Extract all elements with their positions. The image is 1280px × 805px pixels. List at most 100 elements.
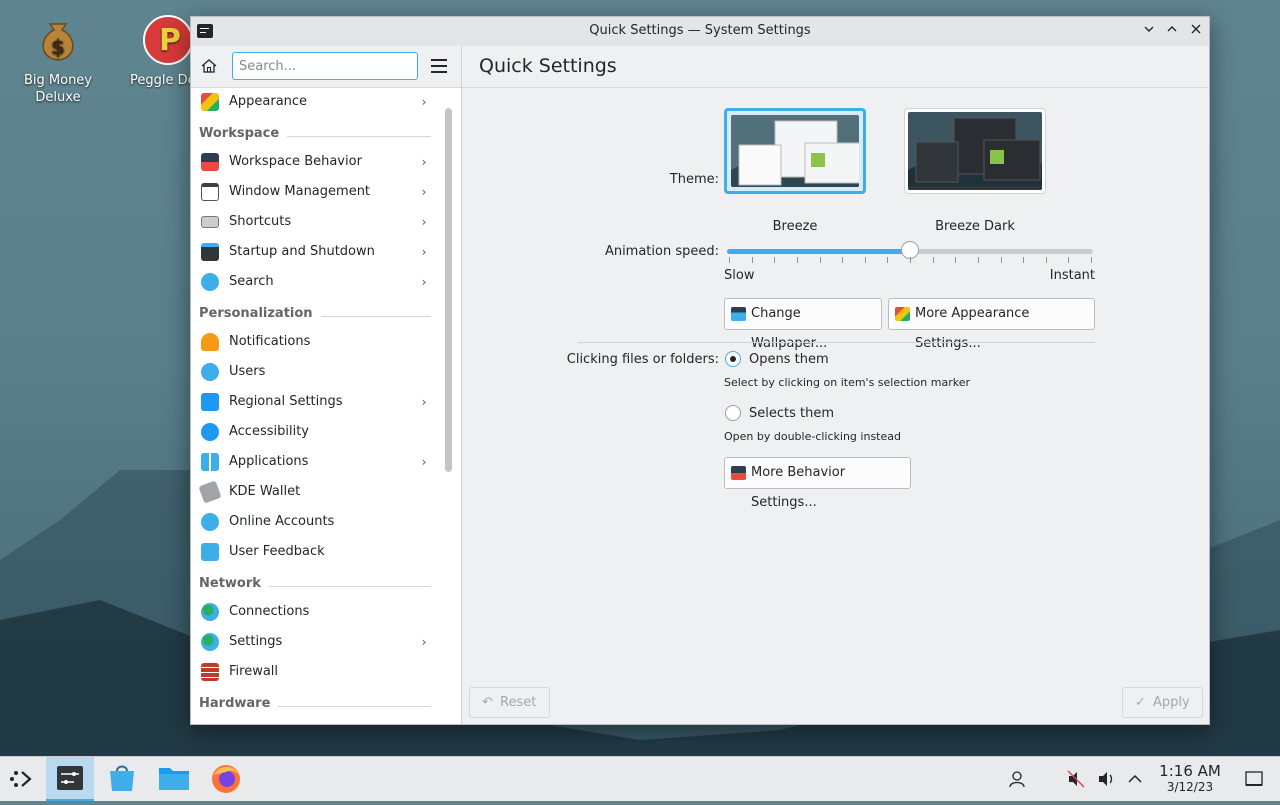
sidebar-category-title: Hardware bbox=[199, 696, 271, 711]
desktop-icon-big-money[interactable]: $ Big Money Deluxe bbox=[13, 14, 103, 106]
keyboard-icon bbox=[201, 216, 219, 228]
category-divider bbox=[278, 706, 431, 707]
chevron-right-icon: › bbox=[421, 215, 427, 229]
user-switcher[interactable] bbox=[1007, 769, 1027, 789]
sidebar-item-connections[interactable]: Connections bbox=[191, 597, 437, 627]
slider-tick bbox=[1000, 257, 1002, 263]
digital-clock[interactable]: 1:16 AM 3/12/23 bbox=[1150, 763, 1230, 795]
apply-button[interactable]: ✓ Apply bbox=[1122, 687, 1203, 718]
theme-card-breeze-dark[interactable] bbox=[904, 108, 1046, 194]
workspace-behavior-icon bbox=[731, 466, 746, 480]
taskbar-dolphin[interactable] bbox=[150, 757, 198, 801]
radio-selects-them[interactable] bbox=[725, 405, 741, 421]
regional-icon bbox=[201, 393, 219, 411]
appearance-icon bbox=[201, 93, 219, 111]
reset-button[interactable]: ↶ Reset bbox=[469, 687, 550, 718]
title-bar[interactable]: Quick Settings — System Settings bbox=[191, 17, 1209, 47]
sidebar-header bbox=[191, 46, 461, 88]
checkmark-icon: ✓ bbox=[1135, 695, 1146, 710]
user-icon bbox=[1009, 771, 1025, 788]
sidebar-scrollbar[interactable] bbox=[445, 108, 452, 472]
sidebar-item-label: Accessibility bbox=[229, 424, 309, 439]
slider-min-label: Slow bbox=[724, 268, 755, 283]
sidebar-item-regional-settings[interactable]: Regional Settings › bbox=[191, 387, 437, 417]
volume-control[interactable] bbox=[1096, 769, 1116, 789]
home-button[interactable] bbox=[200, 57, 220, 77]
reset-label: Reset bbox=[500, 695, 537, 710]
chevron-right-icon: › bbox=[421, 185, 427, 199]
expand-system-tray[interactable] bbox=[1125, 769, 1145, 789]
slider-tick bbox=[864, 257, 866, 263]
sidebar-item-appearance[interactable]: Appearance › bbox=[191, 87, 437, 117]
chevron-right-icon: › bbox=[421, 245, 427, 259]
slider-tick bbox=[751, 257, 753, 263]
sidebar-item-window-management[interactable]: Window Management › bbox=[191, 177, 437, 207]
window-title: Quick Settings — System Settings bbox=[589, 23, 811, 38]
close-button[interactable] bbox=[1186, 21, 1206, 41]
selects-them-hint: Open by double-clicking instead bbox=[724, 430, 901, 443]
selects-them-label: Selects them bbox=[749, 406, 835, 421]
more-appearance-label: More Appearance Settings... bbox=[915, 306, 1030, 351]
sidebar-item-search[interactable]: Search › bbox=[191, 267, 437, 297]
sidebar-category-network: Network bbox=[191, 567, 437, 597]
globe-icon bbox=[201, 603, 219, 621]
slider-tick bbox=[1023, 257, 1025, 263]
slider-tick bbox=[819, 257, 821, 263]
show-desktop-button[interactable] bbox=[1244, 769, 1264, 789]
sidebar-item-workspace-behavior[interactable]: Workspace Behavior › bbox=[191, 147, 437, 177]
maximize-button[interactable] bbox=[1162, 21, 1182, 41]
peggle-icon: P bbox=[142, 14, 194, 66]
applications-icon bbox=[201, 453, 219, 471]
sidebar-item-notifications[interactable]: Notifications bbox=[191, 327, 437, 357]
sidebar-item-label: Connections bbox=[229, 604, 310, 619]
sidebar-item-firewall[interactable]: Firewall bbox=[191, 657, 437, 687]
change-wallpaper-button[interactable]: Change Wallpaper... bbox=[724, 298, 882, 351]
chevron-right-icon: › bbox=[421, 155, 427, 169]
online-accounts-icon bbox=[201, 513, 219, 531]
taskbar-firefox[interactable] bbox=[202, 757, 250, 801]
sidebar-item-applications[interactable]: Applications › bbox=[191, 447, 437, 477]
sidebar-item-user-feedback[interactable]: User Feedback bbox=[191, 537, 437, 567]
desktop-icon-peggle[interactable]: P Peggle De bbox=[120, 14, 200, 89]
money-bag-icon: $ bbox=[32, 14, 84, 66]
taskbar-discover[interactable] bbox=[98, 757, 146, 801]
sidebar-item-label: Settings bbox=[229, 634, 283, 649]
audio-muted-indicator[interactable] bbox=[1066, 769, 1086, 789]
more-behavior-label: More Behavior Settings... bbox=[751, 465, 846, 510]
bell-icon bbox=[201, 333, 219, 351]
minimize-button[interactable] bbox=[1139, 21, 1159, 41]
application-launcher-button[interactable] bbox=[0, 757, 48, 801]
sidebar-category-title: Workspace bbox=[199, 126, 280, 141]
reset-icon: ↶ bbox=[482, 695, 493, 710]
search-input[interactable] bbox=[232, 52, 418, 80]
sidebar-item-kde-wallet[interactable]: KDE Wallet bbox=[191, 477, 437, 507]
sidebar-item-settings[interactable]: Settings › bbox=[191, 627, 437, 657]
sidebar-item-users[interactable]: Users bbox=[191, 357, 437, 387]
sidebar-item-online-accounts[interactable]: Online Accounts bbox=[191, 507, 437, 537]
close-icon bbox=[1191, 24, 1201, 34]
theme-card-breeze[interactable] bbox=[724, 108, 866, 194]
hamburger-icon bbox=[431, 59, 447, 61]
sidebar-item-label: Workspace Behavior bbox=[229, 154, 362, 169]
slider-tick bbox=[1045, 257, 1047, 263]
taskbar-system-settings[interactable] bbox=[46, 757, 94, 801]
sidebar-item-startup-and-shutdown[interactable]: Startup and Shutdown › bbox=[191, 237, 437, 267]
more-behavior-settings-button[interactable]: More Behavior Settings... bbox=[724, 457, 911, 510]
apply-label: Apply bbox=[1153, 695, 1190, 710]
animation-speed-label: Animation speed: bbox=[604, 244, 719, 259]
sidebar-category-hardware: Hardware bbox=[191, 687, 437, 717]
slider-tick bbox=[977, 257, 979, 263]
chevron-right-icon: › bbox=[421, 395, 427, 409]
radio-opens-them[interactable] bbox=[725, 351, 741, 367]
more-appearance-settings-button[interactable]: More Appearance Settings... bbox=[888, 298, 1095, 351]
sidebar-item-label: Notifications bbox=[229, 334, 311, 349]
hamburger-menu-button[interactable] bbox=[431, 59, 447, 73]
sidebar-item-shortcuts[interactable]: Shortcuts › bbox=[191, 207, 437, 237]
sidebar-item-accessibility[interactable]: Accessibility bbox=[191, 417, 437, 447]
slider-max-label: Instant bbox=[1049, 268, 1095, 283]
sidebar-item-label: Firewall bbox=[229, 664, 279, 679]
application-launcher-icon bbox=[10, 771, 32, 787]
sidebar-item-label: Shortcuts bbox=[229, 214, 292, 229]
slider-tick bbox=[955, 257, 957, 263]
theme-name-breeze-dark: Breeze Dark bbox=[935, 219, 1015, 234]
